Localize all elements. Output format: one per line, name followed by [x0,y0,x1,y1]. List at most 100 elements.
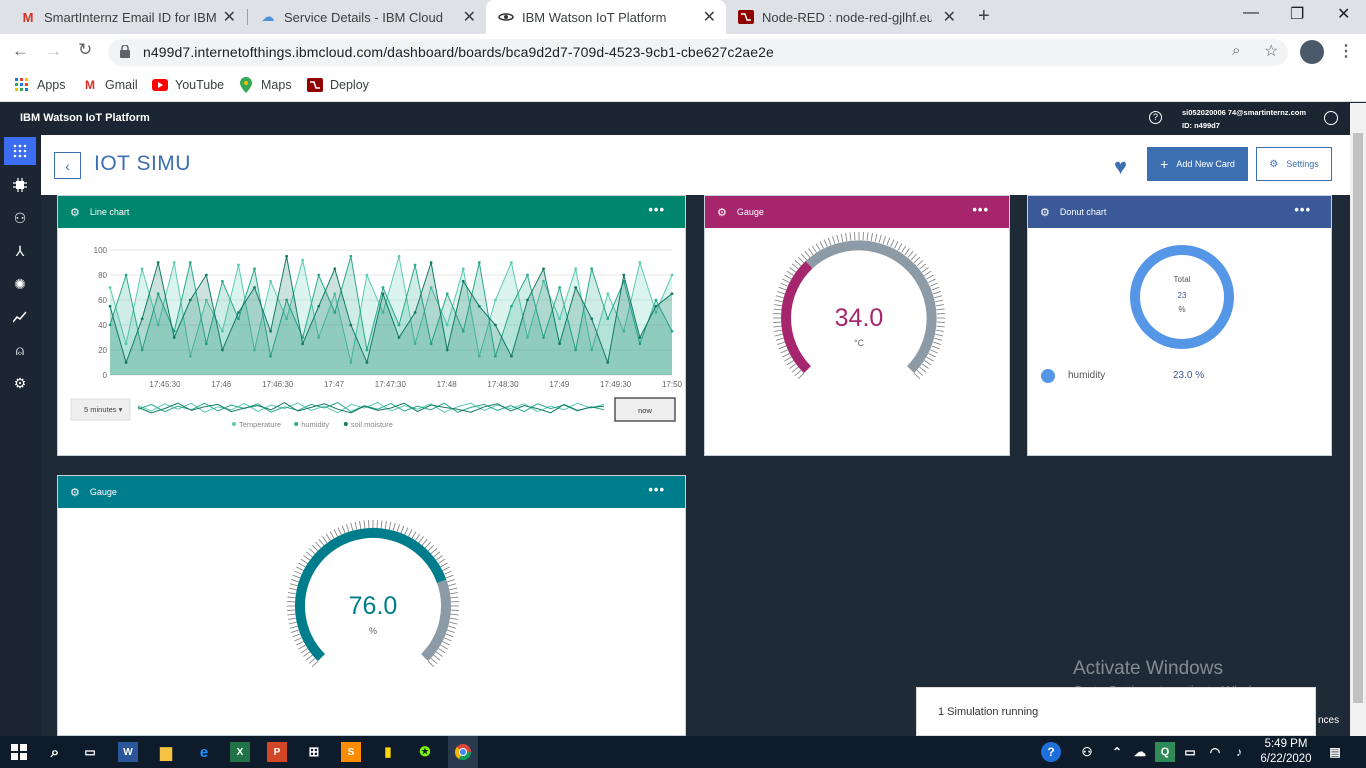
card-menu-icon[interactable]: ••• [648,202,665,217]
store-icon[interactable]: ⊞ [304,742,324,762]
settings-button[interactable]: ⚙ Settings [1256,147,1332,181]
new-tab-button[interactable]: + [978,5,990,28]
add-new-card-button[interactable]: + Add New Card [1147,147,1248,181]
excel-icon[interactable]: X [230,742,250,762]
profile-avatar[interactable] [1300,40,1324,64]
notifications-icon[interactable]: ▤ [1325,742,1345,762]
tab-iot-platform[interactable]: IBM Watson IoT Platform ✕ [486,0,726,34]
gauge-tick [931,286,940,291]
bookmark-apps[interactable]: Apps [14,77,66,93]
tab-node-red[interactable]: Node-RED : node-red-gjlhf.eu-gb ✕ [726,0,966,34]
windows-start-icon[interactable] [9,742,29,762]
close-icon[interactable]: ✕ [703,7,716,27]
search-icon[interactable]: ⌕ [45,742,65,762]
browser-tab-strip: M SmartInternz Email ID for IBM Ac ✕ ☁ S… [0,0,1366,34]
close-icon[interactable]: ✕ [223,7,236,27]
bookmark-maps[interactable]: Maps [238,77,292,93]
tab-service-details[interactable]: ☁ Service Details - IBM Cloud ✕ [248,0,486,34]
gauge-tick [926,274,934,280]
menu-kebab-icon[interactable]: ⋮ [1338,41,1354,61]
card-header: ⚙ Gauge ••• [705,196,1009,228]
apps-icon[interactable]: ⅄ [10,241,30,261]
forward-arrow-icon[interactable]: → [45,41,62,61]
gauge-tick [447,629,455,634]
maximize-icon[interactable]: ❐ [1290,4,1304,24]
user-account-icon[interactable] [1324,111,1338,125]
members-icon[interactable]: ⚇ [10,208,30,228]
gauge-tick [773,325,782,328]
gauge-tick [931,345,940,350]
series-point [333,267,337,271]
gauge-tick [778,345,787,350]
favorite-heart-icon[interactable]: ♥ [1114,154,1127,180]
bookmark-youtube[interactable]: YouTube [152,77,224,93]
close-icon[interactable]: ✕ [943,7,956,27]
badge-app-icon[interactable]: ✪ [415,742,435,762]
gauge-tick [882,236,887,244]
devices-chip-icon[interactable] [10,175,30,195]
line-chart-plot[interactable]: 0 20 40 60 80 100 17:45:30 17:46 17:46:30 17:47 17… [58,228,687,457]
gauge-tick [449,621,458,625]
window-close-icon[interactable]: ✕ [1337,4,1350,24]
word-icon[interactable]: W [118,742,138,762]
card-menu-icon[interactable]: ••• [648,482,665,497]
gauge-tick [789,363,797,369]
wifi-icon[interactable]: ◠ [1205,742,1225,762]
file-explorer-icon[interactable]: ▆ [156,742,176,762]
minimize-icon[interactable]: — [1243,4,1259,22]
tray-chevron-up-icon[interactable]: ⌃ [1107,742,1127,762]
security-lock-icon[interactable]: ⍝ [10,340,30,360]
donut-total-label: Total [1173,275,1191,284]
gauge-tick [907,250,914,258]
chrome-icon[interactable] [448,736,478,768]
back-arrow-icon[interactable]: ← [12,41,29,61]
rules-icon[interactable]: ✺ [10,274,30,294]
gauge-tick [904,248,910,256]
gauge-tick [303,651,311,657]
ie-browser-icon[interactable]: e [194,742,214,762]
bookmark-deploy[interactable]: Deploy [307,77,369,93]
tab-gmail[interactable]: M SmartInternz Email ID for IBM Ac ✕ [8,0,246,34]
volume-icon[interactable]: ♪ [1229,742,1249,762]
help-tray-icon[interactable]: ? [1041,742,1061,762]
series-point [253,286,256,289]
bookmark-star-icon[interactable]: ☆ [1264,41,1278,61]
boards-grid-icon[interactable] [4,137,36,165]
close-icon[interactable]: ✕ [463,7,476,27]
analytics-icon[interactable] [10,307,30,327]
quick-heal-icon[interactable]: Q [1155,742,1175,762]
gauge-tick [777,290,785,295]
series-point [349,254,353,258]
notes-icon[interactable]: ▮ [378,742,398,762]
help-icon[interactable]: ? [1149,111,1162,124]
powerpoint-icon[interactable]: P [267,742,287,762]
gauge-tick [774,333,783,337]
card-menu-icon[interactable]: ••• [972,202,989,217]
page-scrollbar[interactable] [1350,103,1366,736]
settings-gear-icon[interactable]: ⚙ [10,373,30,393]
gauge-tick [897,243,903,251]
series-point [654,298,658,302]
onedrive-icon[interactable]: ☁ [1130,742,1150,762]
gauge-tick [797,256,805,264]
task-view-icon[interactable]: ▭ [80,742,100,762]
gauge-tick [804,250,811,258]
scrollbar-thumb[interactable] [1353,133,1363,703]
simulation-toast[interactable]: 1 Simulation running [916,687,1316,736]
card-menu-icon[interactable]: ••• [1294,202,1311,217]
system-clock[interactable]: 5:49 PM 6/22/2020 [1256,737,1316,767]
x-tick-label: 17:48 [437,380,458,389]
zoom-icon[interactable]: ⌕ [1232,42,1240,59]
gauge-tick [934,295,943,299]
gauge-tick [303,555,311,561]
battery-icon[interactable]: ▭ [1180,742,1200,762]
people-icon[interactable]: ⚇ [1077,742,1097,762]
gauge-tick [448,625,457,629]
sublime-icon[interactable]: S [341,742,361,762]
url-text[interactable]: n499d7.internetofthings.ibmcloud.com/das… [143,44,774,60]
back-button[interactable]: ‹ [54,152,81,179]
bookmark-gmail[interactable]: M Gmail [82,77,138,93]
gauge-tick [305,551,313,558]
reload-icon[interactable]: ↻ [78,40,92,60]
url-bar[interactable]: n499d7.internetofthings.ibmcloud.com/das… [108,39,1288,66]
